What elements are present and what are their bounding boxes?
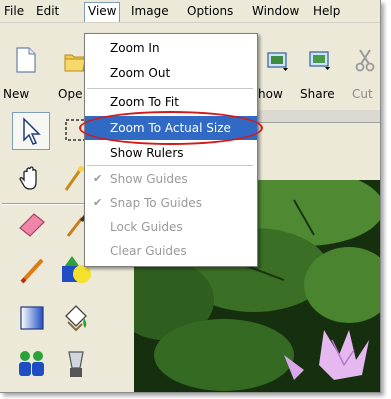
checkmark-icon: ✔ — [93, 196, 103, 209]
arrow-pointer-icon — [23, 117, 41, 145]
view-menu-dropdown: Zoom In Zoom Out Zoom To Fit Zoom To Act… — [79, 33, 263, 267]
menu-item-snap-to-guides: ✔ Snap To Guides — [85, 191, 257, 215]
open-button[interactable]: Ope — [40, 27, 86, 107]
share-button[interactable]: Share — [296, 27, 342, 107]
app-window: File Edit View Image Options Window Help… — [0, 0, 381, 393]
paint-bucket-icon — [65, 305, 87, 332]
cut-icon — [355, 49, 375, 72]
pointer-tool[interactable] — [12, 112, 50, 150]
menu-item-zoom-in[interactable]: Zoom In — [85, 36, 257, 60]
eraser-icon — [19, 213, 45, 237]
menu-image[interactable]: Image — [128, 3, 172, 19]
menu-window[interactable]: Window — [249, 3, 302, 19]
slideshow-icon — [267, 52, 288, 71]
pencil-icon — [20, 258, 44, 284]
gradient-tool[interactable] — [14, 300, 50, 336]
annotation-circle — [79, 111, 263, 145]
blender-icon — [68, 351, 84, 377]
menu-view[interactable]: View — [84, 2, 121, 22]
clear-guides-label: Clear Guides — [110, 244, 187, 258]
menu-separator — [87, 165, 253, 166]
hand-pan-icon — [19, 166, 37, 190]
show-guides-label: Show Guides — [110, 172, 188, 186]
share-icon — [309, 51, 330, 70]
menu-file[interactable]: File — [1, 3, 27, 19]
show-label: how — [258, 87, 283, 101]
cut-button[interactable]: Cut — [348, 27, 380, 107]
menu-item-show-guides: ✔ Show Guides — [85, 167, 257, 191]
gradient-icon — [20, 306, 44, 330]
menu-help[interactable]: Help — [310, 3, 343, 19]
menu-item-lock-guides: Lock Guides — [85, 215, 257, 239]
menu-options[interactable]: Options — [184, 3, 236, 19]
menu-edit[interactable]: Edit — [33, 3, 62, 19]
cut-label: Cut — [352, 87, 373, 101]
zoom-out-label: Zoom Out — [110, 66, 171, 80]
new-label: New — [3, 87, 30, 101]
blend-tool[interactable] — [58, 346, 94, 382]
menu-separator — [87, 88, 253, 89]
menu-item-clear-guides: Clear Guides — [85, 239, 257, 263]
eraser-tool[interactable] — [14, 206, 50, 242]
new-document-icon — [16, 47, 36, 73]
share-label: Share — [300, 87, 335, 101]
snap-to-guides-label: Snap To Guides — [110, 196, 202, 210]
open-label: Ope — [58, 87, 83, 101]
show-button[interactable]: how — [256, 27, 298, 107]
open-folder-icon — [64, 54, 86, 72]
pencil-tool[interactable] — [14, 252, 50, 288]
zoom-in-label: Zoom In — [110, 41, 160, 55]
lock-guides-label: Lock Guides — [110, 220, 183, 234]
fill-tool[interactable] — [58, 300, 94, 336]
clone-tool[interactable] — [14, 346, 50, 382]
clone-people-icon — [19, 351, 44, 376]
checkmark-icon: ✔ — [93, 172, 103, 185]
menu-bar: File Edit View Image Options Window Help — [0, 0, 380, 23]
menu-item-zoom-out[interactable]: Zoom Out — [85, 61, 257, 85]
pan-tool[interactable] — [14, 160, 50, 196]
